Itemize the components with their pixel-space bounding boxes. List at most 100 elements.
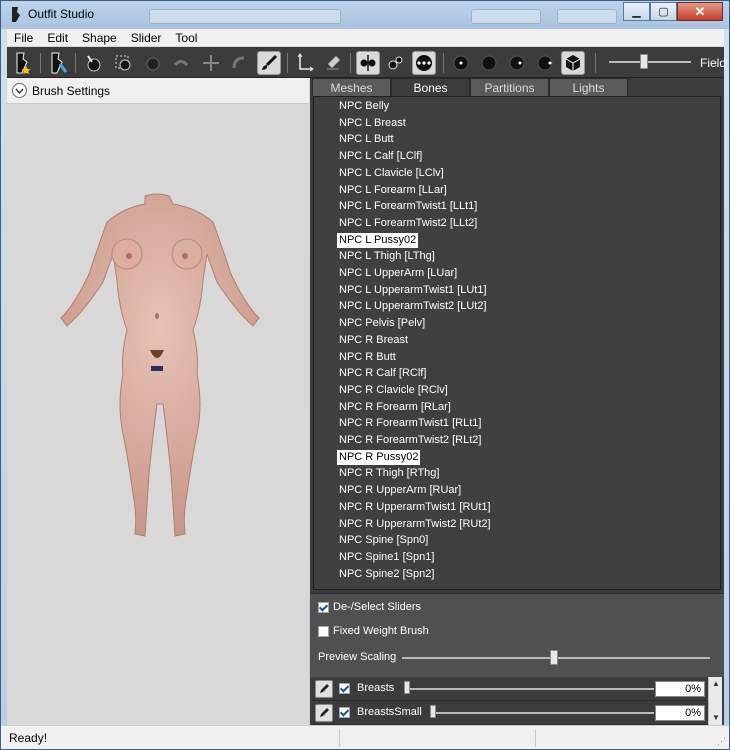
bone-list-item[interactable]: NPC L UpperarmTwist2 [LUt2] bbox=[337, 299, 489, 314]
global-brush-button[interactable] bbox=[412, 51, 436, 75]
3d-viewport[interactable] bbox=[7, 104, 309, 725]
deselect-sliders-label: De-/Select Sliders bbox=[333, 601, 422, 613]
show-vertices-button[interactable] bbox=[449, 51, 473, 75]
bone-list-item[interactable]: NPC R Breast bbox=[337, 333, 410, 348]
bone-list-item[interactable]: NPC R ForearmTwist2 [RLt2] bbox=[337, 433, 483, 448]
fixed-weight-brush-option[interactable]: Fixed Weight Brush bbox=[318, 625, 429, 637]
lighting-button[interactable] bbox=[505, 51, 529, 75]
vertex-dot-icon bbox=[453, 55, 469, 71]
bone-list-item[interactable]: NPC Belly bbox=[337, 99, 391, 114]
connected-only-button[interactable] bbox=[384, 51, 408, 75]
reference-mode-button[interactable] bbox=[46, 51, 70, 75]
bone-list-item[interactable]: NPC L Forearm [LLar] bbox=[337, 183, 449, 198]
slider-edit-button[interactable] bbox=[315, 704, 333, 722]
tab-meshes[interactable]: Meshes bbox=[312, 78, 391, 96]
slider-list-scrollbar[interactable]: ▲ ▼ bbox=[708, 677, 722, 725]
bone-list-item[interactable]: NPC R Butt bbox=[337, 350, 398, 365]
eraser-button[interactable] bbox=[321, 51, 345, 75]
bone-list-item[interactable]: NPC L ForearmTwist1 [LLt1] bbox=[337, 199, 479, 214]
preview-scaling-label: Preview Scaling bbox=[318, 651, 397, 663]
bone-list-item[interactable]: NPC R Calf [RClf] bbox=[337, 366, 428, 381]
slider-thumb[interactable] bbox=[430, 705, 436, 718]
fixed-weight-brush-checkbox[interactable] bbox=[318, 625, 329, 637]
field-of-view-thumb[interactable] bbox=[640, 54, 648, 69]
bone-list-item[interactable]: NPC R UpperarmTwist1 [RUt1] bbox=[337, 500, 493, 515]
minimize-button[interactable]: ▁ bbox=[623, 2, 650, 21]
transform-button[interactable] bbox=[293, 51, 317, 75]
bone-list-item[interactable]: NPC R ForearmTwist1 [RLt1] bbox=[337, 416, 483, 431]
slider-value-field[interactable]: 0% bbox=[655, 705, 705, 721]
slider-thumb[interactable] bbox=[404, 681, 410, 694]
bone-list-item[interactable]: NPC Spine2 [Spn2] bbox=[337, 567, 436, 582]
scroll-up-icon[interactable]: ▲ bbox=[712, 679, 720, 688]
slider-track[interactable] bbox=[430, 712, 654, 714]
title-bar: Outfit Studio ▁ ▢ ✕ bbox=[1, 1, 729, 29]
slider-name: Breasts bbox=[357, 682, 395, 694]
field-of-view-track[interactable] bbox=[609, 61, 691, 63]
bone-list-item[interactable]: NPC L Clavicle [LClv] bbox=[337, 166, 446, 181]
tab-bones[interactable]: Bones bbox=[391, 78, 470, 96]
bone-list-item[interactable]: NPC L UpperarmTwist1 [LUt1] bbox=[337, 283, 489, 298]
resize-grip-icon[interactable]: ⋰ bbox=[717, 736, 726, 747]
bone-list-item[interactable]: NPC R Clavicle [RClv] bbox=[337, 383, 450, 398]
tab-partitions[interactable]: Partitions bbox=[470, 78, 549, 96]
scroll-down-icon[interactable]: ▼ bbox=[712, 713, 720, 722]
bone-list-item[interactable]: NPC L Breast bbox=[337, 116, 408, 131]
select-brush-button[interactable] bbox=[81, 51, 105, 75]
menu-edit[interactable]: Edit bbox=[40, 29, 75, 47]
bone-list-item[interactable]: NPC R Thigh [RThg] bbox=[337, 466, 441, 481]
pencil-icon bbox=[320, 684, 329, 693]
mask-brush-button[interactable] bbox=[111, 51, 135, 75]
slider-value-field[interactable]: 0% bbox=[655, 681, 705, 697]
menu-slider[interactable]: Slider bbox=[124, 29, 169, 47]
inflate-brush-button[interactable] bbox=[141, 51, 165, 75]
chevron-down-icon[interactable] bbox=[12, 83, 27, 98]
slider-edit-button[interactable] bbox=[315, 680, 333, 698]
bone-list-item[interactable]: NPC R Forearm [RLar] bbox=[337, 400, 453, 415]
close-button[interactable]: ✕ bbox=[677, 2, 723, 21]
bone-list-item[interactable]: NPC R UpperArm [RUar] bbox=[337, 483, 463, 498]
bone-list-item[interactable]: NPC R Pussy02 bbox=[337, 449, 421, 465]
bone-list-item[interactable]: NPC L UpperArm [LUar] bbox=[337, 266, 459, 281]
deflate-brush-button[interactable] bbox=[169, 51, 193, 75]
status-divider bbox=[339, 729, 340, 747]
bone-list-item[interactable]: NPC R UpperarmTwist2 [RUt2] bbox=[337, 517, 493, 532]
slider-checkbox[interactable] bbox=[339, 707, 350, 718]
sphere-icon bbox=[481, 55, 497, 71]
slider-list: Breasts 0% BreastsSmall 0% ▲ ▼ bbox=[310, 677, 724, 725]
slider-checkbox[interactable] bbox=[339, 683, 350, 694]
mask-brush-icon bbox=[115, 55, 131, 71]
bone-list-item[interactable]: NPC L Butt bbox=[337, 132, 396, 147]
bone-list-item[interactable]: NPC L ForearmTwist2 [LLt2] bbox=[337, 216, 479, 231]
mirror-x-button[interactable] bbox=[356, 51, 380, 75]
textures-button[interactable] bbox=[533, 51, 557, 75]
move-brush-button[interactable] bbox=[199, 51, 223, 75]
paint-brush-icon bbox=[262, 54, 278, 70]
bone-list-item[interactable]: NPC L Pussy02 bbox=[337, 232, 419, 248]
panel-tabs: Meshes Bones Partitions Lights bbox=[312, 78, 628, 96]
deflate-brush-icon bbox=[173, 60, 189, 67]
tab-lights[interactable]: Lights bbox=[549, 78, 628, 96]
deselect-sliders-option[interactable]: De-/Select Sliders bbox=[318, 601, 421, 613]
menu-tool[interactable]: Tool bbox=[168, 29, 204, 47]
outfit-studio-window: Outfit Studio ▁ ▢ ✕ File Edit Shape Slid… bbox=[0, 0, 730, 750]
bone-list-item[interactable]: NPC Spine1 [Spn1] bbox=[337, 550, 436, 565]
menu-file[interactable]: File bbox=[7, 29, 40, 47]
slider-track[interactable] bbox=[404, 688, 654, 690]
smooth-brush-icon bbox=[232, 56, 245, 69]
bone-list-item[interactable]: NPC Pelvis [Pelv] bbox=[337, 316, 427, 331]
bone-list-item[interactable]: NPC L Thigh [LThg] bbox=[337, 249, 437, 264]
left-panel: Brush Settings bbox=[7, 78, 309, 725]
smooth-brush-button[interactable] bbox=[227, 51, 251, 75]
outfit-mode-button[interactable] bbox=[11, 51, 35, 75]
weight-brush-button[interactable] bbox=[257, 51, 281, 75]
brush-settings-header[interactable]: Brush Settings bbox=[7, 78, 309, 104]
cube-view-button[interactable] bbox=[561, 51, 585, 75]
menu-shape[interactable]: Shape bbox=[75, 29, 124, 47]
preview-scaling-thumb[interactable] bbox=[550, 650, 558, 665]
bone-list-item[interactable]: NPC Spine [Spn0] bbox=[337, 533, 430, 548]
deselect-sliders-checkbox[interactable] bbox=[318, 601, 329, 613]
show-wireframe-button[interactable] bbox=[477, 51, 501, 75]
maximize-button[interactable]: ▢ bbox=[650, 2, 677, 21]
bone-list-item[interactable]: NPC L Calf [LClf] bbox=[337, 149, 424, 164]
